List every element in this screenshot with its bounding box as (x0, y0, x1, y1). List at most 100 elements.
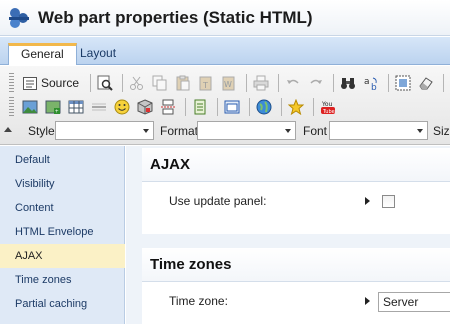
ajax-section-title: AJAX (142, 148, 450, 182)
insert-link-button[interactable] (254, 97, 274, 117)
time-zones-section-title: Time zones (142, 248, 450, 282)
source-label: Source (41, 76, 80, 90)
insert-media-button[interactable]: + (43, 97, 63, 117)
preview-icon (97, 75, 113, 91)
undo-icon (287, 79, 299, 84)
update-panel-checkbox[interactable] (382, 195, 395, 208)
time-zones-section: Time zones Time zone: Server (142, 248, 450, 324)
sidebar-item-visibility[interactable]: Visibility (0, 172, 125, 196)
tab-layout[interactable]: Layout (68, 43, 128, 65)
horizontal-rule-button[interactable] (89, 97, 109, 117)
time-zone-row: Time zone: Server (142, 282, 450, 322)
paste-icon (176, 75, 190, 91)
toolbar-separator (185, 98, 186, 116)
source-button[interactable]: Source (20, 73, 82, 93)
insert-form-button[interactable] (190, 97, 210, 117)
replace-icon: ab (364, 77, 377, 91)
eraser-icon (419, 77, 433, 90)
globe-icon (256, 99, 272, 115)
horizontal-rule-icon (92, 103, 106, 111)
editor-toolbar: Source T W ab B + (0, 66, 450, 145)
style-combo[interactable] (55, 121, 154, 140)
insert-youtube-button[interactable]: You Tube (318, 97, 338, 117)
window-title: Web part properties (Static HTML) (38, 7, 313, 27)
paste-text-icon: T (199, 76, 212, 91)
paste-word-icon: W (222, 76, 235, 91)
paste-text-button[interactable]: T (196, 73, 216, 93)
cube-icon (137, 99, 153, 115)
remove-format-button[interactable] (416, 73, 436, 93)
copy-button[interactable] (150, 73, 170, 93)
paste-button[interactable] (173, 73, 193, 93)
toolbar-separator (217, 98, 218, 116)
expand-arrow-icon[interactable] (365, 197, 370, 205)
sidebar-item-ajax[interactable]: AJAX (0, 244, 125, 268)
printer-icon (253, 75, 269, 91)
insert-frame-button[interactable] (222, 97, 242, 117)
youtube-icon: YouTube (321, 101, 335, 115)
insert-image-button[interactable] (20, 97, 40, 117)
font-label: Font (303, 124, 328, 138)
smiley-button[interactable] (112, 97, 132, 117)
chevron-down-icon (285, 129, 291, 133)
find-button[interactable] (338, 73, 358, 93)
toolbar-separator (443, 74, 445, 92)
insert-star-button[interactable] (286, 97, 306, 117)
sidebar-item-time-zones[interactable]: Time zones (0, 268, 125, 292)
update-panel-row: Use update panel: (142, 182, 450, 222)
page-break-button[interactable] (158, 97, 178, 117)
smiley-icon (114, 99, 130, 115)
toolbar-separator (90, 74, 92, 92)
toolbar-row-2: + You Tube (20, 96, 341, 118)
svg-text:T: T (202, 81, 208, 90)
tab-strip: General Layout (0, 37, 450, 65)
time-zone-label: Time zone: (169, 294, 228, 308)
update-panel-label: Use update panel: (169, 194, 267, 208)
select-all-button[interactable] (393, 73, 413, 93)
ajax-section: AJAX Use update panel: (142, 148, 450, 234)
sidebar-item-content[interactable]: Content (0, 196, 125, 220)
chevron-down-icon (143, 129, 149, 133)
toolbar-separator (333, 74, 335, 92)
toolbar-separator (278, 74, 280, 92)
table-icon (68, 100, 84, 114)
sidebar-item-partial-caching[interactable]: Partial caching (0, 292, 125, 316)
insert-table-button[interactable] (66, 97, 86, 117)
replace-button[interactable]: ab (361, 73, 381, 93)
format-combo[interactable] (197, 121, 296, 140)
toolbar-separator (122, 74, 124, 92)
cut-button[interactable] (127, 73, 147, 93)
format-combos-row: Style Format Font Size (0, 120, 450, 142)
toolbar-separator (246, 74, 248, 92)
svg-text:W: W (224, 80, 232, 89)
chevron-down-icon (417, 129, 423, 133)
sidebar-item-html-envelope[interactable]: HTML Envelope (0, 220, 125, 244)
frame-icon (224, 100, 240, 114)
expand-arrow-icon[interactable] (365, 297, 370, 305)
form-icon (194, 99, 206, 115)
paste-word-button[interactable]: W (219, 73, 239, 93)
page-break-icon (161, 99, 175, 115)
svg-text:Tube: Tube (322, 109, 335, 115)
tab-general[interactable]: General (8, 43, 77, 65)
toolbar-collapse-icon[interactable] (4, 127, 12, 132)
toolbar-grip[interactable] (9, 73, 14, 93)
svg-text:a: a (364, 77, 370, 87)
toolbar-grip[interactable] (9, 97, 14, 117)
toolbar-separator (388, 74, 390, 92)
redo-button[interactable] (306, 73, 326, 93)
time-zone-select[interactable]: Server (378, 292, 450, 312)
print-button[interactable] (251, 73, 271, 93)
toolbar-row-1: Source T W ab B (20, 72, 450, 94)
preview-button[interactable] (95, 73, 115, 93)
svg-text:+: + (55, 109, 59, 115)
insert-widget-button[interactable] (135, 97, 155, 117)
toolbar-separator (313, 98, 314, 116)
undo-button[interactable] (283, 73, 303, 93)
font-combo[interactable] (329, 121, 428, 140)
title-bar: Web part properties (Static HTML) (0, 0, 450, 36)
sidebar-item-default[interactable]: Default (0, 148, 125, 172)
content-gutter (126, 146, 142, 324)
svg-text:You: You (321, 101, 333, 108)
binoculars-icon (341, 78, 356, 89)
